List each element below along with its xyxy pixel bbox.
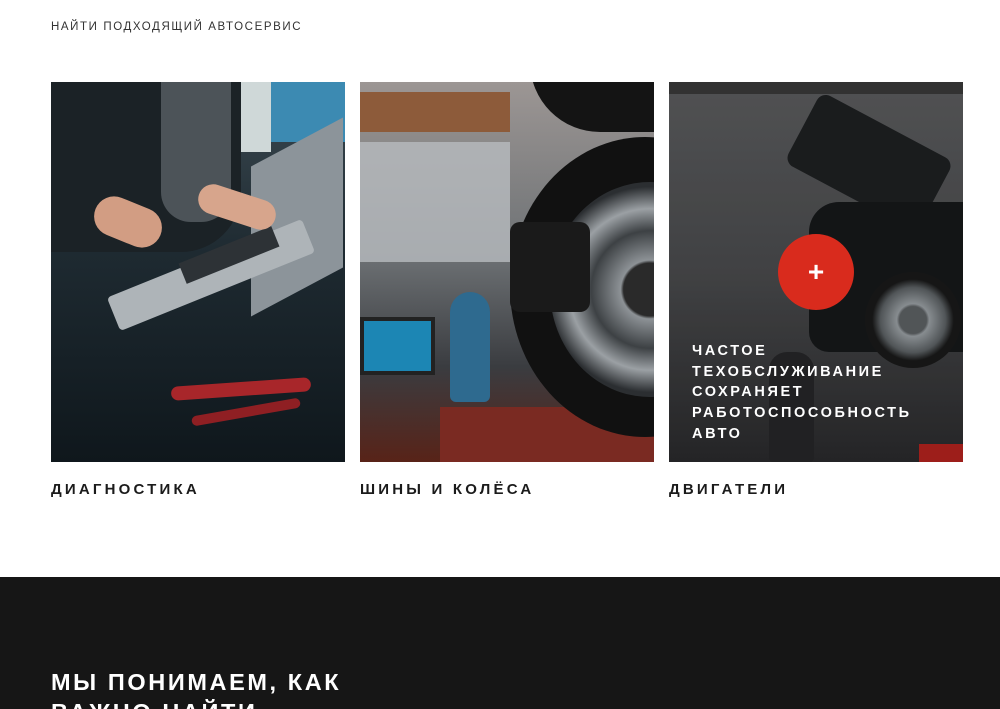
service-card-tires[interactable]: ШИНЫ И КОЛЁСА: [360, 82, 654, 498]
card-title-engines[interactable]: ДВИГАТЕЛИ: [669, 481, 963, 498]
diagnostics-photo[interactable]: [51, 82, 345, 462]
tires-photo[interactable]: [360, 82, 654, 462]
card-title-diagnostics[interactable]: ДИАГНОСТИКА: [51, 481, 345, 498]
service-card-engines[interactable]: + ЧАСТОЕ ТЕХОБСЛУЖИВАНИЕ СОХРАНЯЕТ РАБОТ…: [669, 82, 963, 498]
engines-photo[interactable]: + ЧАСТОЕ ТЕХОБСЛУЖИВАНИЕ СОХРАНЯЕТ РАБОТ…: [669, 82, 963, 462]
dark-section: МЫ ПОНИМАЕМ, КАК ВАЖНО НАЙТИ: [0, 577, 1000, 709]
dark-section-heading: МЫ ПОНИМАЕМ, КАК ВАЖНО НАЙТИ: [51, 669, 342, 709]
card-overlay-text: ЧАСТОЕ ТЕХОБСЛУЖИВАНИЕ СОХРАНЯЕТ РАБОТОС…: [692, 343, 912, 442]
service-card-diagnostics[interactable]: ДИАГНОСТИКА: [51, 82, 345, 498]
section-eyebrow: НАЙТИ ПОДХОДЯЩИЙ АВТОСЕРВИС: [51, 21, 303, 33]
plus-button[interactable]: +: [778, 234, 854, 310]
card-title-tires[interactable]: ШИНЫ И КОЛЁСА: [360, 481, 654, 498]
